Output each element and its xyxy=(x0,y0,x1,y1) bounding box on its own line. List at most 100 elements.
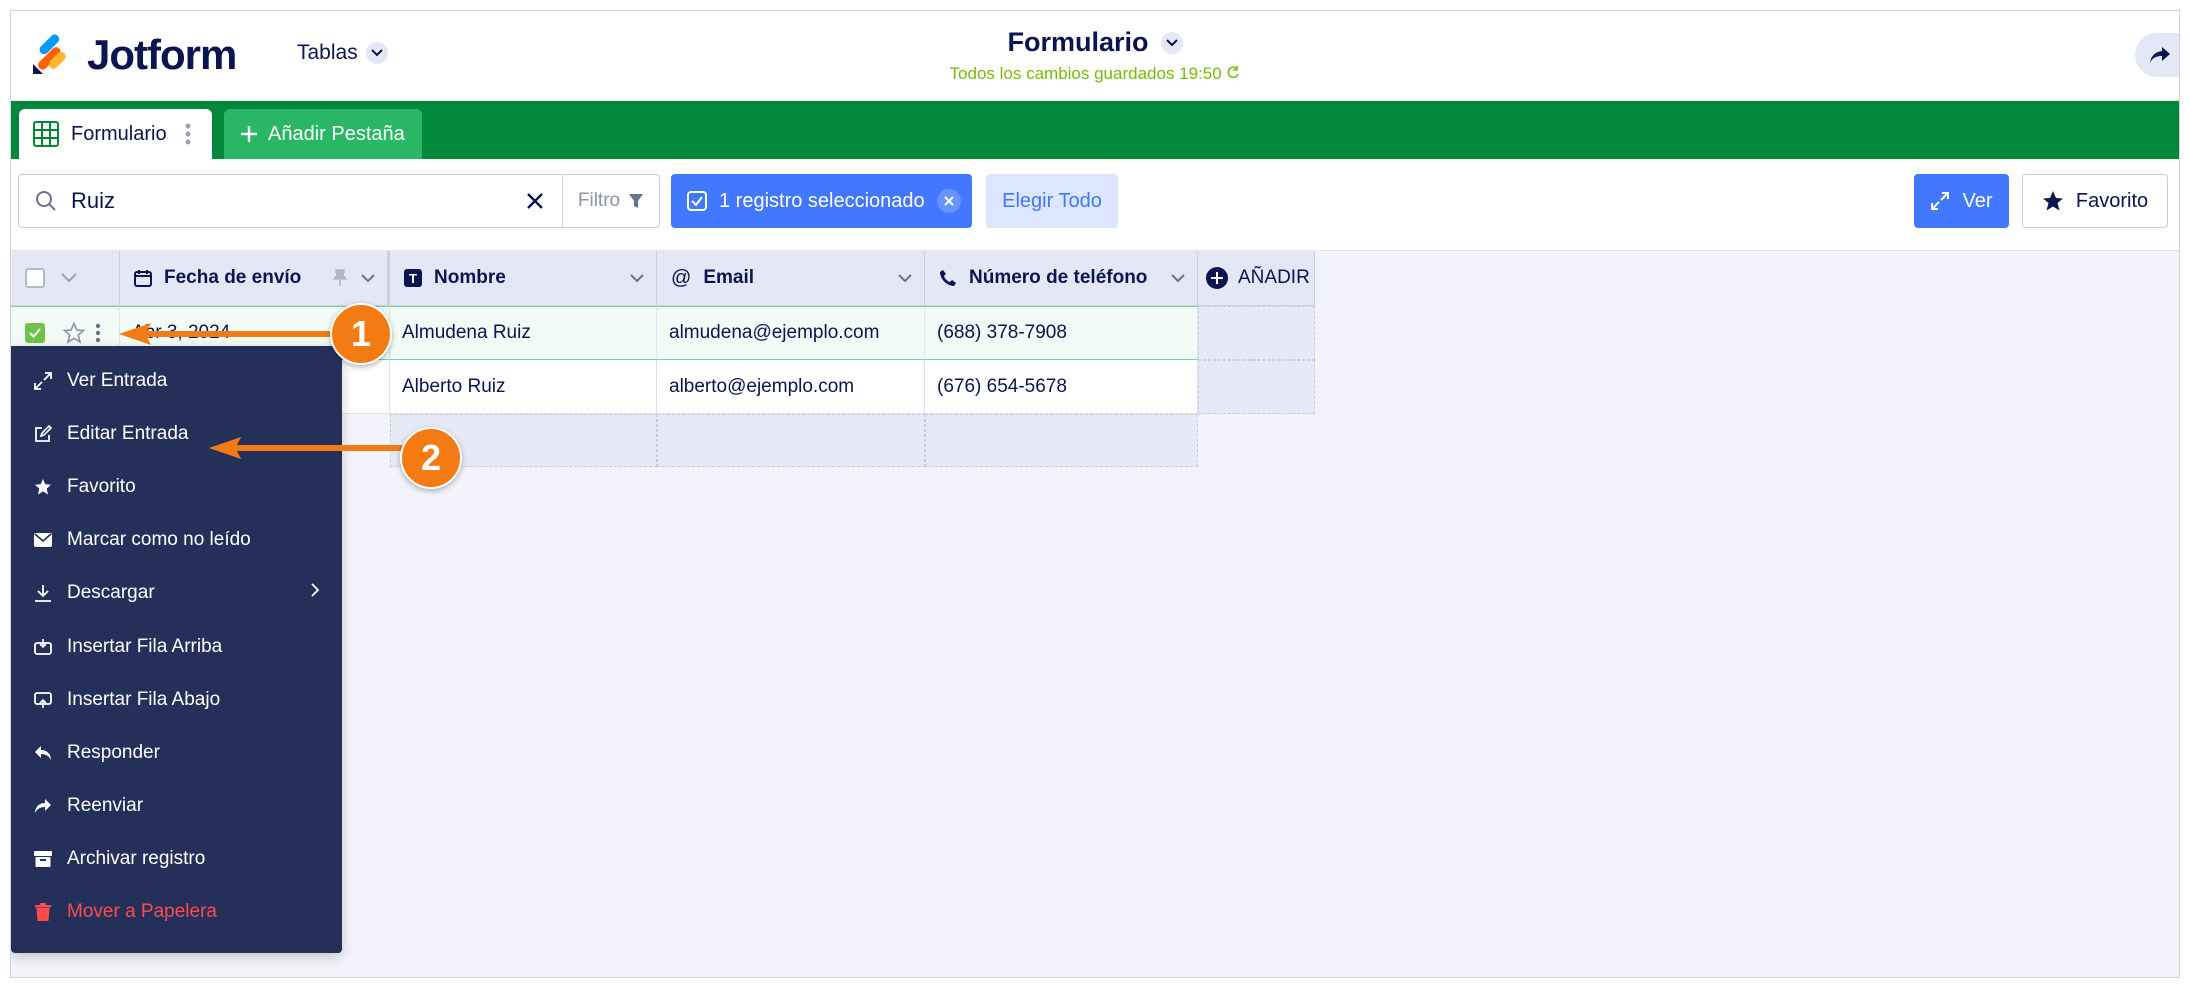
select-all-label: Elegir Todo xyxy=(1002,189,1102,212)
filter-label: Filtro xyxy=(577,190,621,211)
chevron-down-icon[interactable] xyxy=(61,273,77,283)
cell-email[interactable]: alberto@ejemplo.com xyxy=(657,360,925,414)
chevron-down-icon[interactable] xyxy=(361,273,375,283)
expand-icon xyxy=(33,371,53,391)
menu-item-label: Descargar xyxy=(67,581,155,603)
chevron-down-icon xyxy=(1160,31,1183,54)
calendar-icon xyxy=(134,270,152,287)
empty-row-cell[interactable] xyxy=(657,414,925,467)
insert-below-icon xyxy=(33,690,53,710)
archive-icon xyxy=(33,849,53,869)
phone-icon xyxy=(940,270,956,286)
tab-bar: Formulario Añadir Pestaña xyxy=(11,101,2179,159)
toolbar: Ruiz Filtro 1 registro seleccionado Eleg… xyxy=(11,159,2179,251)
insert-above-icon xyxy=(33,637,53,657)
menu-item-mark-unread[interactable]: Marcar como no leído xyxy=(11,513,342,566)
menu-item-move-to-trash[interactable]: Mover a Papelera xyxy=(11,885,342,938)
envelope-icon xyxy=(33,530,53,550)
tab-formulario[interactable]: Formulario xyxy=(19,109,212,159)
reply-icon xyxy=(33,743,53,763)
menu-item-download[interactable]: Descargar xyxy=(11,566,342,619)
star-outline-icon[interactable] xyxy=(63,322,85,344)
clear-selection-icon[interactable] xyxy=(936,189,961,213)
chevron-right-icon xyxy=(311,583,320,597)
tab-label: Formulario xyxy=(71,122,167,145)
column-label: Email xyxy=(703,267,755,288)
header-checkbox[interactable] xyxy=(25,268,45,288)
document-title[interactable]: Formulario xyxy=(1007,27,1183,58)
save-status-text: Todos los cambios guardados 19:50 xyxy=(949,64,1222,83)
column-header-date[interactable]: Fecha de envío xyxy=(120,251,390,306)
pin-icon[interactable] xyxy=(333,269,347,287)
expand-icon xyxy=(1931,192,1950,210)
add-tab-button[interactable]: Añadir Pestaña xyxy=(224,109,422,159)
share-button[interactable] xyxy=(2135,33,2179,77)
search-input[interactable]: Ruiz xyxy=(71,188,507,214)
add-column-cell xyxy=(1198,360,1315,414)
chevron-down-icon[interactable] xyxy=(630,273,644,283)
cell-phone[interactable]: (676) 654-5678 xyxy=(925,360,1198,414)
add-column-button[interactable]: AÑADIR xyxy=(1198,251,1315,306)
filter-button[interactable]: Filtro xyxy=(563,175,659,227)
more-vertical-icon[interactable] xyxy=(95,322,101,344)
menu-item-forward[interactable]: Reenviar xyxy=(11,779,342,832)
document-title-area: Formulario Todos los cambios guardados 1… xyxy=(11,27,2179,84)
select-all-header xyxy=(11,251,120,306)
more-vertical-icon[interactable] xyxy=(185,122,191,146)
column-header-phone[interactable]: Número de teléfono xyxy=(925,251,1198,306)
selection-count-label: 1 registro seleccionado xyxy=(719,189,925,212)
add-tab-label: Añadir Pestaña xyxy=(268,122,405,145)
menu-item-view-entry[interactable]: Ver Entrada xyxy=(11,354,342,407)
clear-search-icon[interactable] xyxy=(507,175,563,227)
top-header: Jotform Tablas Formulario Todos los camb… xyxy=(11,11,2179,101)
menu-item-reply[interactable]: Responder xyxy=(11,726,342,779)
search-box[interactable]: Ruiz Filtro xyxy=(18,174,660,228)
cell-phone[interactable]: (688) 378-7908 xyxy=(925,306,1198,360)
empty-row-cell[interactable] xyxy=(925,414,1198,467)
select-all-button[interactable]: Elegir Todo xyxy=(986,174,1118,228)
trash-icon xyxy=(33,902,53,922)
star-icon xyxy=(33,477,53,497)
edit-icon xyxy=(33,424,53,444)
plus-circle-icon xyxy=(1206,267,1228,289)
menu-item-favorite[interactable]: Favorito xyxy=(11,460,342,513)
annotation-arrow-2 xyxy=(209,437,421,459)
menu-item-label: Responder xyxy=(67,741,160,763)
cell-name[interactable]: Alberto Ruiz xyxy=(390,360,657,414)
app-window: Jotform Tablas Formulario Todos los camb… xyxy=(10,10,2180,978)
column-label: Fecha de envío xyxy=(164,267,302,288)
chevron-down-icon[interactable] xyxy=(898,273,912,283)
column-header-name[interactable]: T Nombre xyxy=(390,251,657,306)
chevron-down-icon[interactable] xyxy=(1171,273,1185,283)
save-status: Todos los cambios guardados 19:50 xyxy=(11,64,2179,84)
add-column-cell xyxy=(1198,306,1315,360)
download-icon xyxy=(33,583,53,603)
favorite-button[interactable]: Favorito xyxy=(2022,174,2168,228)
cell-email[interactable]: almudena@ejemplo.com xyxy=(657,306,925,360)
view-button[interactable]: Ver xyxy=(1914,174,2009,228)
menu-item-label: Reenviar xyxy=(67,794,144,816)
annotation-callout-1: 1 xyxy=(330,303,392,365)
menu-item-label: Editar Entrada xyxy=(67,422,189,444)
menu-item-label: Mover a Papelera xyxy=(67,900,217,922)
cell-name[interactable]: Almudena Ruiz xyxy=(390,306,657,360)
document-title-text: Formulario xyxy=(1007,27,1149,57)
menu-item-insert-row-below[interactable]: Insertar Fila Abajo xyxy=(11,673,342,726)
share-icon xyxy=(2150,47,2170,63)
at-icon: @ xyxy=(671,266,692,289)
menu-item-archive[interactable]: Archivar registro xyxy=(11,832,342,885)
menu-item-label: Ver Entrada xyxy=(67,369,168,391)
column-label: Nombre xyxy=(434,267,506,288)
menu-item-label: Archivar registro xyxy=(67,847,206,869)
favorite-label: Favorito xyxy=(2075,189,2149,212)
filter-icon xyxy=(629,194,644,208)
text-icon: T xyxy=(404,269,422,287)
forward-icon xyxy=(33,796,53,816)
row-checkbox-checked[interactable] xyxy=(25,323,45,343)
search-icon xyxy=(36,191,56,211)
star-icon xyxy=(2042,191,2063,211)
column-header-email[interactable]: @ Email xyxy=(657,251,925,306)
menu-item-label: Insertar Fila Arriba xyxy=(67,635,223,657)
menu-item-insert-row-above[interactable]: Insertar Fila Arriba xyxy=(11,620,342,673)
selection-badge[interactable]: 1 registro seleccionado xyxy=(671,174,972,228)
